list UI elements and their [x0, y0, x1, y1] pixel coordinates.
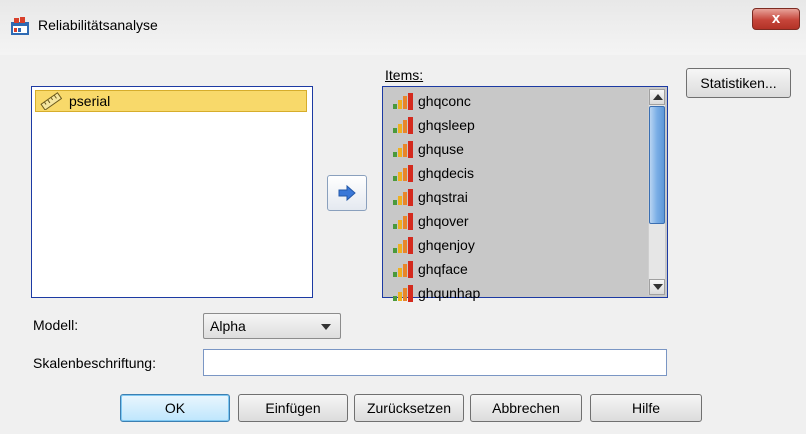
modell-select[interactable]: Alpha	[203, 313, 341, 339]
skalenbeschriftung-label: Skalenbeschriftung:	[33, 355, 156, 371]
arrow-right-icon	[338, 184, 356, 202]
variable-label: pserial	[69, 93, 111, 109]
abbrechen-button[interactable]: Abbrechen	[470, 394, 582, 422]
ordinal-bars-icon	[393, 189, 413, 206]
ordinal-bars-icon	[393, 285, 413, 302]
ruler-icon	[40, 92, 62, 110]
item-label: ghquse	[418, 141, 464, 157]
item-label: ghqunhap	[418, 285, 481, 301]
item-label: ghqface	[418, 261, 468, 277]
einfuegen-button[interactable]: Einfügen	[238, 394, 348, 422]
modell-label: Modell:	[33, 317, 79, 333]
item-ghquse[interactable]: ghquse	[388, 138, 633, 161]
source-variable-list[interactable]: pserial	[31, 86, 313, 298]
chevron-down-icon	[321, 324, 331, 330]
zuruecksetzen-button[interactable]: Zurücksetzen	[354, 394, 464, 422]
close-icon: x	[771, 10, 781, 27]
item-ghqstrai[interactable]: ghqstrai	[388, 186, 633, 209]
ordinal-bars-icon	[393, 213, 413, 230]
move-to-items-button[interactable]	[327, 175, 367, 211]
items-label: Items:	[385, 67, 423, 83]
statistiken-button[interactable]: Statistiken...	[686, 68, 791, 98]
items-list[interactable]: ghqconc ghqsleep ghquse ghqdecis ghqstrai ghq…	[382, 86, 668, 302]
scroll-thumb[interactable]	[649, 106, 665, 224]
item-ghqenjoy[interactable]: ghqenjoy	[388, 234, 633, 257]
item-label: ghqdecis	[418, 165, 475, 181]
ordinal-bars-icon	[393, 237, 413, 254]
item-ghqunhap[interactable]: ghqunhap	[388, 282, 633, 305]
items-scrollbar[interactable]	[648, 89, 665, 295]
title-bar: Reliabilitätsanalyse x	[0, 0, 806, 55]
ok-button[interactable]: OK	[120, 394, 230, 422]
window-title: Reliabilitätsanalyse	[38, 17, 158, 33]
scroll-down-button[interactable]	[649, 279, 665, 295]
ordinal-bars-icon	[393, 165, 413, 182]
item-label: ghqstrai	[418, 189, 468, 205]
item-label: ghqconc	[418, 93, 471, 109]
item-label: ghqenjoy	[418, 237, 475, 253]
item-ghqdecis[interactable]: ghqdecis	[388, 162, 633, 185]
scroll-up-button[interactable]	[649, 89, 665, 105]
item-ghqover[interactable]: ghqover	[388, 210, 633, 233]
modell-value: Alpha	[210, 318, 246, 334]
item-label: ghqover	[418, 213, 469, 229]
variable-item-pserial[interactable]: pserial	[35, 90, 307, 112]
skalenbeschriftung-input[interactable]	[203, 349, 667, 376]
scroll-up-icon	[653, 94, 663, 100]
item-ghqsleep[interactable]: ghqsleep	[388, 114, 633, 137]
ordinal-bars-icon	[393, 117, 413, 134]
ordinal-bars-icon	[393, 93, 413, 110]
item-ghqconc[interactable]: ghqconc	[388, 90, 633, 113]
close-button[interactable]: x	[752, 8, 800, 30]
scroll-down-icon	[653, 284, 663, 290]
ordinal-bars-icon	[393, 141, 413, 158]
item-ghqface[interactable]: ghqface	[388, 258, 633, 281]
items-label-text: Items:	[385, 67, 424, 83]
app-icon	[11, 17, 29, 35]
hilfe-button[interactable]: Hilfe	[590, 394, 702, 422]
ordinal-bars-icon	[393, 261, 413, 278]
reliability-dialog: Reliabilitätsanalyse x pserial Items: gh…	[0, 0, 806, 434]
item-label: ghqsleep	[418, 117, 475, 133]
